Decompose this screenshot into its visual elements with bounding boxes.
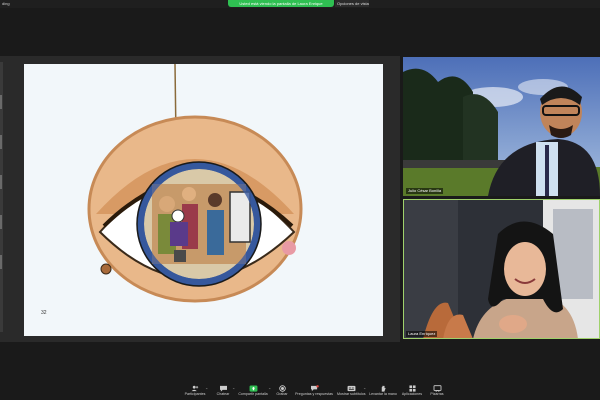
screen-share-banner[interactable]: Usted está viendo la pantalla de Laura E… — [228, 0, 334, 7]
captions-button[interactable]: Mostrar subtítulos — [337, 385, 366, 397]
qa-icon — [310, 385, 319, 392]
chat-icon — [219, 385, 227, 392]
raise-hand-button[interactable]: Levantar la mano — [368, 385, 398, 397]
qa-button[interactable]: Preguntas y respuestas — [293, 385, 335, 397]
slide-thumbnails[interactable] — [0, 95, 2, 295]
captions-icon — [347, 385, 355, 392]
captions-chevron-icon[interactable]: ⌃ — [363, 387, 366, 392]
participant-name: Julio César Bonilla — [406, 188, 444, 194]
eye-illustration — [87, 64, 303, 303]
participant-name: Laura Enríquez — [406, 331, 438, 337]
raise-hand-label: Levantar la mano — [369, 392, 397, 396]
participants-chevron-icon[interactable]: ⌃ — [205, 387, 208, 392]
whiteboard-label: Pizarras — [430, 392, 444, 396]
participant-video — [403, 57, 600, 196]
chat-chevron-icon[interactable]: ⌃ — [232, 387, 235, 392]
apps-icon — [408, 385, 416, 392]
share-screen-button[interactable]: Compartir pantalla — [236, 385, 270, 397]
zoom-meeting-window: ding Usted está viendo la pantalla de La… — [0, 0, 600, 400]
apps-label: Aplicaciones — [401, 392, 423, 396]
captions-label: Mostrar subtítulos — [337, 392, 366, 396]
whiteboard-icon — [433, 385, 441, 392]
chat-label: Chatear — [216, 392, 230, 396]
chat-button[interactable]: Chatear — [212, 385, 234, 397]
slide-page-number: 32 — [41, 310, 47, 316]
share-chevron-icon[interactable]: ⌃ — [268, 387, 271, 392]
participant-video-tile[interactable]: Julio César Bonilla — [403, 57, 600, 196]
participant-video — [403, 199, 600, 339]
window-title: ding — [2, 1, 10, 6]
participants-label: Participantes — [184, 392, 206, 396]
record-icon — [278, 385, 286, 392]
participants-icon — [191, 385, 198, 392]
share-screen-label: Compartir pantalla — [238, 392, 268, 396]
apps-button[interactable]: Aplicaciones — [399, 385, 425, 397]
whiteboard-button[interactable]: Pizarras — [427, 385, 447, 397]
qa-label: Preguntas y respuestas — [295, 392, 333, 396]
raise-hand-icon — [381, 385, 386, 392]
view-options-button[interactable]: Opciones de vista ⌄ — [335, 0, 369, 7]
record-label: Grabar — [276, 392, 288, 396]
share-screen-icon — [249, 385, 257, 392]
record-button[interactable]: Grabar — [273, 385, 291, 397]
participant-video-tile-active-speaker[interactable]: Laura Enríquez — [403, 199, 600, 339]
